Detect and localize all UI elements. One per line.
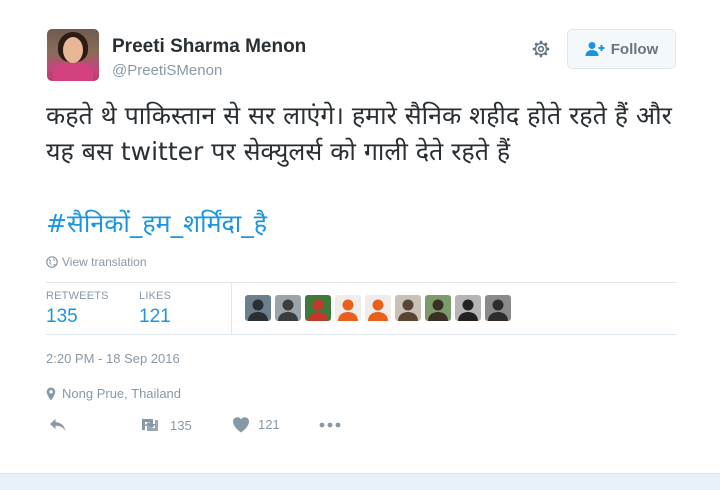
liker-avatar[interactable] [395, 295, 421, 321]
retweets-count[interactable]: 135 [46, 306, 78, 328]
divider-top [46, 282, 676, 283]
retweet-icon [142, 419, 158, 431]
liker-avatar[interactable] [275, 295, 301, 321]
likes-count[interactable]: 121 [139, 306, 171, 328]
retweets-label: RETWEETS [46, 290, 109, 302]
follow-button[interactable]: Follow [567, 29, 676, 69]
tweet-card: Preeti Sharma Menon @PreetiSMenon Follow… [0, 0, 720, 490]
likers-strip [245, 295, 511, 321]
like-action-count: 121 [258, 417, 280, 432]
footer-bar [0, 473, 720, 490]
liker-avatar[interactable] [425, 295, 451, 321]
avatar-body [53, 63, 93, 81]
globe-icon [46, 256, 58, 268]
more-button[interactable] [318, 416, 342, 434]
follow-label: Follow [610, 40, 659, 58]
tweet-timestamp[interactable]: 2:20 PM - 18 Sep 2016 [46, 351, 180, 366]
liker-avatar[interactable] [245, 295, 271, 321]
map-pin-icon [46, 387, 56, 400]
liker-avatar[interactable] [455, 295, 481, 321]
user-name[interactable]: Preeti Sharma Menon [112, 36, 306, 58]
reply-icon [50, 419, 66, 431]
liker-avatar[interactable] [335, 295, 361, 321]
more-icon [319, 422, 341, 428]
view-translation-link[interactable]: View translation [46, 255, 147, 269]
location-label: Nong Prue, Thailand [62, 386, 182, 401]
user-handle[interactable]: @PreetiSMenon [112, 62, 222, 79]
reply-button[interactable] [48, 416, 68, 434]
gear-icon[interactable] [530, 38, 552, 60]
liker-avatar[interactable] [365, 295, 391, 321]
tweet-text: कहते थे पाकिस्तान से सर लाएंगे। हमारे सै… [46, 101, 672, 166]
stats-divider [231, 282, 232, 334]
heart-icon [233, 417, 249, 433]
retweet-button[interactable]: 135 [138, 416, 192, 434]
liker-avatar[interactable] [305, 295, 331, 321]
add-user-icon [585, 42, 605, 56]
hashtag-link[interactable]: #सैनिकों_हम_शर्मिंदा_है [46, 206, 267, 242]
view-translation-label: View translation [62, 255, 147, 269]
avatar[interactable] [47, 29, 99, 81]
likes-label: LIKES [139, 290, 172, 302]
avatar-face [63, 37, 83, 63]
liker-avatar[interactable] [485, 295, 511, 321]
divider-bottom [46, 334, 676, 335]
retweet-action-count: 135 [170, 417, 192, 433]
tweet-location[interactable]: Nong Prue, Thailand [46, 386, 181, 401]
like-button[interactable]: 121 [232, 416, 280, 433]
